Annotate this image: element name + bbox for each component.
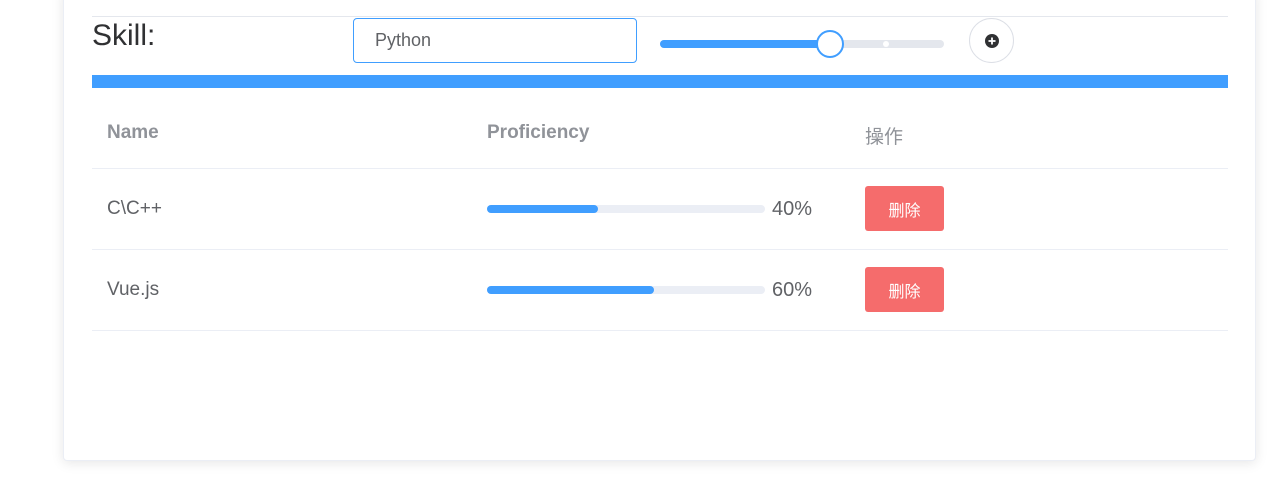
skill-input[interactable] [353,18,637,63]
proficiency-progress [487,286,765,294]
slider-stop [883,41,889,47]
plus-circle-icon [984,33,999,48]
delete-button[interactable]: 删除 [865,267,944,312]
proficiency-progress [487,205,765,213]
divider [92,16,1228,17]
table-row: C\C++ 40% 删除 [92,169,1228,250]
proficiency-slider[interactable] [660,30,944,58]
skills-table: Name Proficiency 操作 C\C++ 40% 删除 Vue.js … [92,100,1228,331]
proficiency-percent: 40% [772,198,813,220]
progress-fill [487,205,599,213]
skill-label: Skill: [92,19,156,52]
accent-bar [92,75,1228,88]
skill-name: Vue.js [107,279,160,300]
header-proficiency: Proficiency [487,122,590,143]
header-name: Name [107,122,159,143]
slider-fill [660,40,831,48]
skill-name: C\C++ [107,198,162,219]
delete-button[interactable]: 删除 [865,186,944,231]
add-skill-button[interactable] [969,18,1014,63]
table-row: Vue.js 60% 删除 [92,250,1228,331]
progress-fill [487,286,654,294]
table-header: Name Proficiency 操作 [92,100,1228,169]
header-actions: 操作 [865,127,904,148]
proficiency-percent: 60% [772,279,813,301]
